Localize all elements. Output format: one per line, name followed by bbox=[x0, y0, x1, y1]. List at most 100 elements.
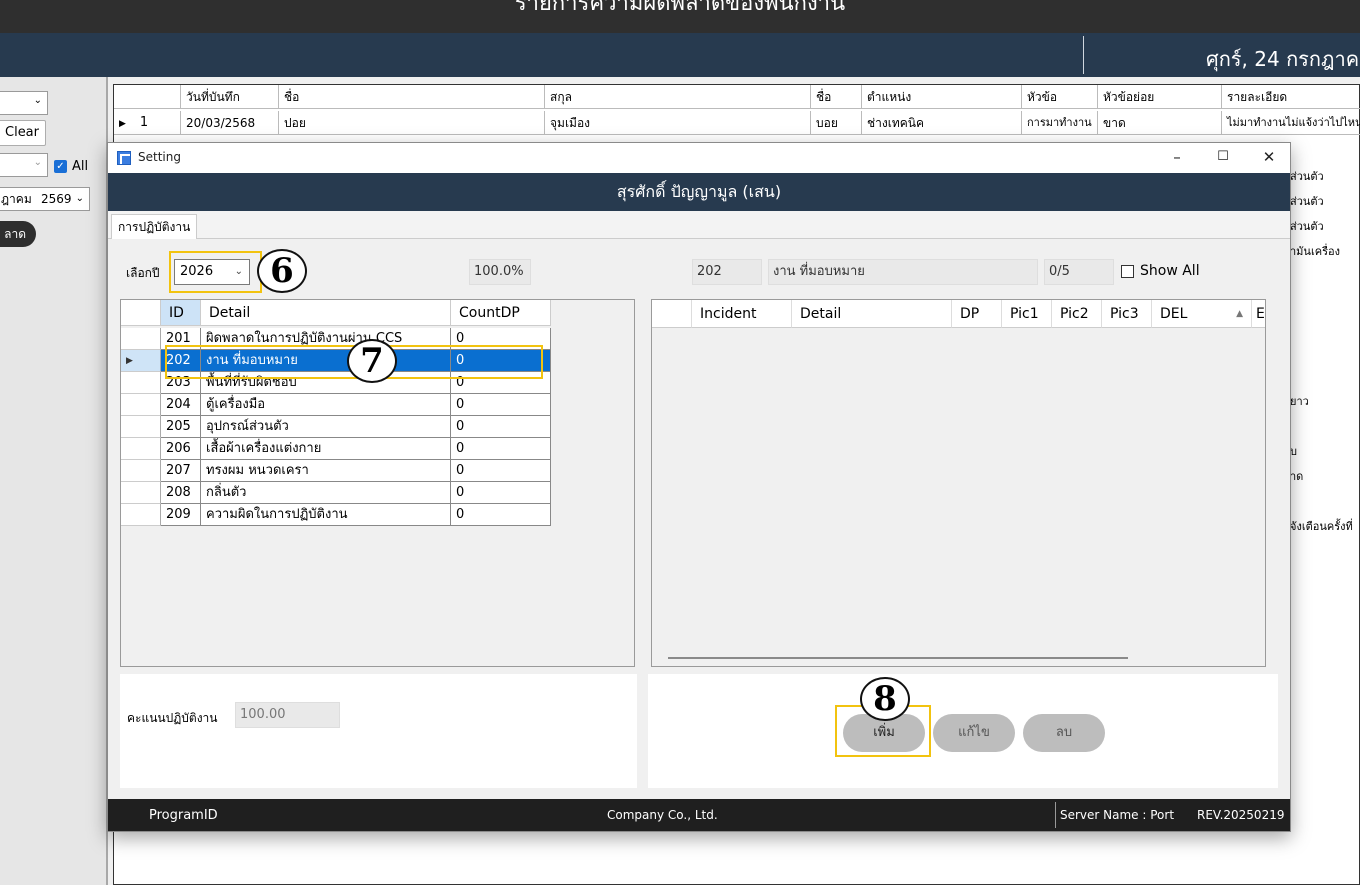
revision: REV.20250219 bbox=[1197, 808, 1285, 822]
edit-button[interactable]: แก้ไข bbox=[933, 714, 1015, 752]
row-header[interactable] bbox=[121, 438, 161, 460]
selected-id-field: 202 bbox=[692, 259, 762, 285]
row-header[interactable] bbox=[121, 460, 161, 482]
app-root: รายการความผิดพลาดของพนักงาน ศุกร์, 24 กร… bbox=[0, 0, 1360, 885]
divider bbox=[1083, 36, 1084, 74]
sort-up-icon: ▲ bbox=[1236, 309, 1243, 319]
minimize-button[interactable]: – bbox=[1154, 143, 1200, 173]
ratio-field: 0/5 bbox=[1044, 259, 1114, 285]
cell-id: 206 bbox=[161, 438, 201, 460]
step-badge-8: 8 bbox=[860, 677, 910, 721]
show-all-checkbox[interactable] bbox=[1121, 265, 1134, 278]
cell-countdp: 0 bbox=[451, 460, 551, 482]
row-detail-fragment: ยาว bbox=[1290, 395, 1309, 408]
row-header[interactable] bbox=[121, 482, 161, 504]
cell-last-name: จุมเมือง bbox=[545, 111, 811, 135]
row-header[interactable]: ▶ bbox=[121, 350, 161, 372]
col-del-label: DEL bbox=[1160, 306, 1188, 322]
year-label: เลือกปี bbox=[126, 266, 160, 280]
row-header[interactable] bbox=[121, 394, 161, 416]
col-detail[interactable]: รายละเอียด bbox=[1222, 85, 1360, 109]
row-header[interactable] bbox=[121, 372, 161, 394]
row-detail-fragment: ส่วนตัว bbox=[1290, 195, 1324, 208]
cell-detail: อุปกรณ์ส่วนตัว bbox=[201, 416, 451, 438]
row-detail-fragment: ส่วนตัว bbox=[1290, 220, 1324, 233]
col-partial-header[interactable]: E bbox=[1252, 300, 1265, 328]
month-year-combo[interactable]: ฎาคม 2569 ⌄ bbox=[0, 187, 90, 211]
col-pic1-header[interactable]: Pic1 bbox=[1002, 300, 1052, 328]
filter-combo-1[interactable]: ⌄ bbox=[0, 91, 48, 115]
employee-name-header: สุรศักดิ์ ปัญญามูล (เสน) bbox=[108, 173, 1290, 211]
cell-id: 204 bbox=[161, 394, 201, 416]
table-row[interactable]: 207 ทรงผม หนวดเครา 0 bbox=[121, 460, 551, 482]
col-topic[interactable]: หัวข้อ bbox=[1022, 85, 1098, 109]
status-bar: ProgramID Company Co., Ltd. Server Name … bbox=[108, 799, 1290, 831]
chevron-down-icon: ⌄ bbox=[33, 157, 42, 168]
col-detail-header[interactable]: Detail bbox=[792, 300, 952, 328]
table-row[interactable]: 204 ตู้เครื่องมือ 0 bbox=[121, 394, 551, 416]
cell-first-name: ปอย bbox=[279, 111, 545, 135]
selected-detail-field: งาน ที่มอบหมาย bbox=[768, 259, 1038, 285]
col-countdp-header[interactable]: CountDP bbox=[451, 300, 551, 326]
maximize-button[interactable]: ☐ bbox=[1200, 143, 1246, 173]
col-last-name[interactable]: สกุล bbox=[545, 85, 811, 109]
col-detail-header[interactable]: Detail bbox=[201, 300, 451, 326]
col-pic2-header[interactable]: Pic2 bbox=[1052, 300, 1102, 328]
col-incident-header[interactable]: Incident bbox=[692, 300, 792, 328]
table-row[interactable]: 206 เสื้อผ้าเครื่องแต่งกาย 0 bbox=[121, 438, 551, 460]
horizontal-scrollbar[interactable] bbox=[668, 657, 1128, 659]
col-first-name[interactable]: ชื่อ bbox=[279, 85, 545, 109]
filter-combo-2[interactable]: ⌄ bbox=[0, 153, 48, 177]
row-header[interactable] bbox=[121, 504, 161, 526]
show-all-label: Show All bbox=[1140, 263, 1200, 279]
clear-button[interactable]: Clear bbox=[0, 120, 46, 146]
chevron-down-icon: ⌄ bbox=[75, 193, 84, 204]
dialog-title-bar[interactable]: Setting – ☐ ✕ bbox=[108, 143, 1290, 173]
month-text: ฎาคม bbox=[1, 192, 32, 206]
dialog-title: Setting bbox=[138, 150, 181, 164]
table-row[interactable]: 205 อุปกรณ์ส่วนตัว 0 bbox=[121, 416, 551, 438]
col-del-header[interactable]: DEL ▲ bbox=[1152, 300, 1252, 328]
col-subtopic[interactable]: หัวข้อย่อย bbox=[1098, 85, 1222, 109]
col-pic3-header[interactable]: Pic3 bbox=[1102, 300, 1152, 328]
cell-countdp: 0 bbox=[451, 416, 551, 438]
app-title-bar: รายการความผิดพลาดของพนักงาน bbox=[0, 0, 1360, 33]
col-dp-header[interactable]: DP bbox=[952, 300, 1002, 328]
row-header[interactable] bbox=[121, 416, 161, 438]
close-button[interactable]: ✕ bbox=[1246, 143, 1292, 173]
action-panel: เพิ่ม แก้ไข ลบ 8 bbox=[648, 674, 1278, 788]
col-position[interactable]: ตำแหน่ง bbox=[862, 85, 1022, 109]
cell-topic: การมาทำงาน bbox=[1022, 111, 1098, 135]
tab-content: เลือกปี 2026 ⌄ 6 100.0% 202 งาน ที่มอบหม… bbox=[108, 239, 1290, 799]
cell-date: 20/03/2568 bbox=[181, 111, 279, 135]
step-badge-6: 6 bbox=[257, 249, 307, 293]
cell-countdp: 0 bbox=[451, 504, 551, 526]
score-label: คะแนนปฏิบัติงาน bbox=[127, 711, 218, 725]
year-text: 2569 bbox=[41, 192, 72, 206]
table-row[interactable]: 209 ความผิดในการปฏิบัติงาน 0 bbox=[121, 504, 551, 526]
row-header[interactable] bbox=[121, 328, 161, 350]
tab-performance[interactable]: การปฏิบัติงาน bbox=[111, 214, 198, 239]
table-row[interactable]: ▶ 1 20/03/2568 ปอย จุมเมือง บอย ช่างเทคนิ… bbox=[114, 111, 1360, 135]
filter-panel: ⌄ Clear ⌄ ✓ All ฎาคม 2569 ⌄ ลาด bbox=[0, 77, 108, 885]
app-title: รายการความผิดพลาดของพนักงาน bbox=[514, 0, 846, 16]
row-detail-fragment: จังเตือนครั้งที่ bbox=[1290, 520, 1353, 533]
setting-dialog: Setting – ☐ ✕ สุรศักดิ์ ปัญญามูล (เสน) ก… bbox=[107, 142, 1291, 832]
cell-nickname: บอย bbox=[811, 111, 862, 135]
company-name: Company Co., Ltd. bbox=[607, 808, 718, 822]
app-sub-bar: ศุกร์, 24 กรกฎาค bbox=[0, 33, 1360, 77]
divider bbox=[1055, 802, 1056, 828]
row-index: 1 bbox=[139, 115, 149, 130]
all-label: All bbox=[72, 159, 89, 174]
col-nickname[interactable]: ชื่อ bbox=[811, 85, 862, 109]
chevron-down-icon: ⌄ bbox=[33, 95, 42, 106]
cell-id: 208 bbox=[161, 482, 201, 504]
table-row[interactable]: 208 กลิ่นตัว 0 bbox=[121, 482, 551, 504]
percent-field: 100.0% bbox=[469, 259, 531, 285]
col-date[interactable]: วันที่บันทึก bbox=[181, 85, 279, 109]
col-id-header[interactable]: ID bbox=[161, 300, 201, 326]
cell-countdp: 0 bbox=[451, 438, 551, 460]
all-checkbox[interactable]: ✓ bbox=[54, 160, 67, 173]
delete-button[interactable]: ลบ bbox=[1023, 714, 1105, 752]
report-button[interactable]: ลาด bbox=[0, 221, 36, 247]
